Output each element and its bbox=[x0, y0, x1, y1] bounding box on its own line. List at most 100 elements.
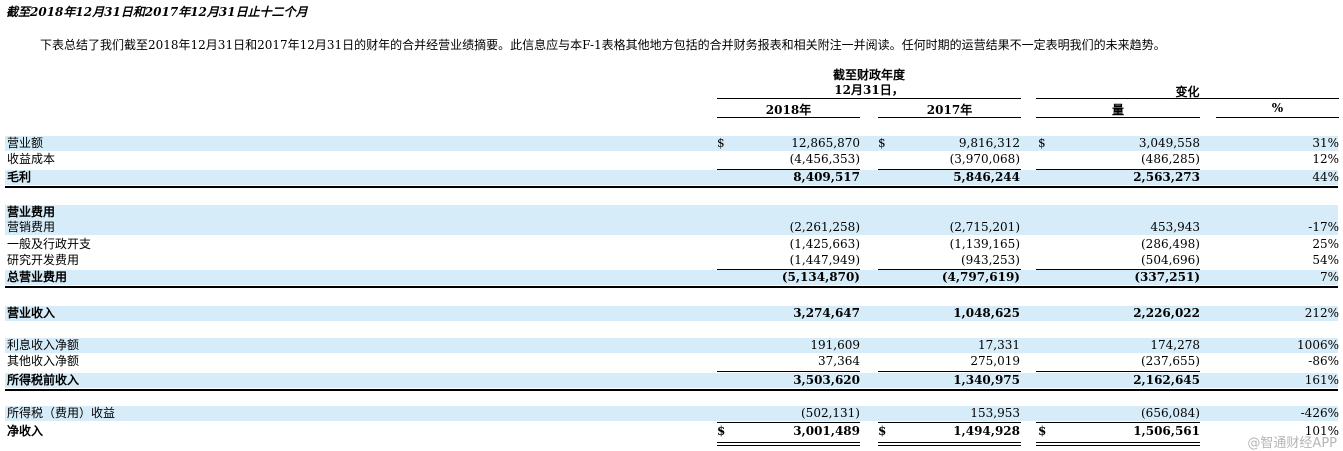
value-2018: 3,274,647 bbox=[793, 306, 860, 320]
header-change-rule bbox=[1036, 98, 1339, 99]
value-pct: -86% bbox=[1308, 354, 1339, 368]
currency-symbol: $ bbox=[717, 136, 725, 150]
value-pct: 25% bbox=[1312, 237, 1339, 251]
currency-symbol: $ bbox=[1038, 424, 1047, 438]
value-2017: 9,816,312 bbox=[958, 136, 1020, 150]
value-change: (237,655) bbox=[1141, 354, 1200, 368]
table-row-tax: 所得税（费用）收益 (502,131) 153,953 (656,084) -4… bbox=[0, 406, 1343, 421]
intro-paragraph: 下表总结了我们截至2018年12月31日和2017年12月31日的财年的合并经营… bbox=[40, 38, 1166, 52]
value-2017: 5,846,244 bbox=[953, 170, 1020, 184]
table-row-admin: 一般及行政开支 (1,425,663) (1,139,165) (286,498… bbox=[0, 237, 1343, 252]
table-row-revenue: 营业额 $ 12,865,870 $ 9,816,312 $ 3,049,558… bbox=[0, 136, 1343, 151]
value-change: (656,084) bbox=[1141, 406, 1200, 420]
currency-symbol: $ bbox=[717, 424, 726, 438]
table-row-opex-header: 营业费用 bbox=[0, 205, 1343, 220]
value-2018: (2,261,258) bbox=[789, 220, 860, 234]
value-change: 2,563,273 bbox=[1133, 170, 1200, 184]
currency-symbol: $ bbox=[878, 424, 887, 438]
value-2017: (4,797,619) bbox=[941, 270, 1020, 284]
value-2018: (4,456,353) bbox=[789, 152, 860, 166]
total-double-rule bbox=[878, 442, 1021, 446]
value-2018: 12,865,870 bbox=[791, 136, 860, 150]
value-pct: 161% bbox=[1304, 373, 1339, 387]
value-2018: 8,409,517 bbox=[793, 170, 860, 184]
value-pct: 1006% bbox=[1297, 338, 1339, 352]
section-rule bbox=[5, 389, 1338, 391]
value-pct: 54% bbox=[1312, 253, 1339, 267]
header-amount: 量 bbox=[1111, 103, 1124, 117]
section-rule bbox=[5, 186, 1338, 188]
currency-symbol: $ bbox=[878, 136, 886, 150]
header-pct: % bbox=[1271, 101, 1284, 115]
watermark: @智通财经APP bbox=[1247, 436, 1337, 451]
value-change: (286,498) bbox=[1141, 237, 1200, 251]
total-double-rule bbox=[717, 442, 860, 446]
table-row-op-income: 营业收入 3,274,647 1,048,625 2,226,022 212% bbox=[0, 306, 1343, 321]
value-2018: (502,131) bbox=[801, 406, 860, 420]
table-row-pretax: 所得税前收入 3,503,620 1,340,975 2,162,645 161… bbox=[0, 373, 1343, 388]
value-2017: 17,331 bbox=[978, 338, 1020, 352]
row-label: 研究开发费用 bbox=[7, 253, 80, 267]
header-2017: 2017年 bbox=[926, 103, 973, 117]
value-change: (486,285) bbox=[1141, 152, 1200, 166]
subtotal-rule bbox=[717, 422, 860, 423]
header-2018-rule bbox=[717, 117, 860, 118]
header-2018: 2018年 bbox=[765, 103, 812, 117]
value-2018: 191,609 bbox=[810, 338, 860, 352]
value-change: 2,162,645 bbox=[1133, 373, 1200, 387]
table-row-cost: 收益成本 (4,456,353) (3,970,068) (486,285) 1… bbox=[0, 152, 1343, 167]
row-label: 营业额 bbox=[7, 136, 44, 150]
page-title: 截至2018年12月31日和2017年12月31日止十二个月 bbox=[6, 5, 308, 19]
table-row-gross: 毛利 8,409,517 5,846,244 2,563,273 44% bbox=[0, 170, 1343, 185]
row-label: 所得税（费用）收益 bbox=[7, 406, 116, 420]
table-row-selling: 营销费用 (2,261,258) (2,715,201) 453,943 -17… bbox=[0, 220, 1343, 235]
header-pct-rule bbox=[1216, 117, 1339, 118]
table-row-rnd: 研究开发费用 (1,447,949) (943,253) (504,696) 5… bbox=[0, 253, 1343, 268]
value-2018: 37,364 bbox=[818, 354, 860, 368]
value-2017: 275,019 bbox=[970, 354, 1020, 368]
value-change: 174,278 bbox=[1150, 338, 1200, 352]
value-2017: 1,340,975 bbox=[953, 373, 1020, 387]
subtotal-rule bbox=[878, 422, 1021, 423]
value-2017: (1,139,165) bbox=[949, 237, 1020, 251]
header-fiscal-rule bbox=[717, 98, 1021, 99]
row-label: 营销费用 bbox=[7, 220, 56, 234]
row-label: 总营业费用 bbox=[7, 270, 68, 284]
row-label: 净收入 bbox=[7, 424, 44, 438]
value-pct: 44% bbox=[1312, 170, 1339, 184]
subtotal-rule bbox=[1036, 371, 1200, 372]
row-label: 利息收入净额 bbox=[7, 338, 80, 352]
header-amount-rule bbox=[1036, 117, 1200, 118]
value-change: 453,943 bbox=[1150, 220, 1200, 234]
row-label: 营业费用 bbox=[7, 205, 56, 219]
row-label: 收益成本 bbox=[7, 152, 56, 166]
value-pct: 212% bbox=[1304, 306, 1339, 320]
value-2018: 3,001,489 bbox=[793, 424, 860, 438]
table-row-other: 其他收入净额 37,364 275,019 (237,655) -86% bbox=[0, 354, 1343, 369]
value-change: (504,696) bbox=[1141, 253, 1200, 267]
value-2017: (2,715,201) bbox=[949, 220, 1020, 234]
table-row-interest: 利息收入净额 191,609 17,331 174,278 1006% bbox=[0, 338, 1343, 353]
header-fiscal-line2: 12月31日， bbox=[834, 83, 904, 97]
value-2018: (1,425,663) bbox=[789, 237, 860, 251]
subtotal-rule bbox=[878, 371, 1021, 372]
subtotal-rule bbox=[717, 371, 860, 372]
total-double-rule bbox=[1036, 442, 1200, 446]
value-pct: 7% bbox=[1319, 270, 1339, 284]
row-label: 一般及行政开支 bbox=[7, 237, 92, 251]
value-change: 2,226,022 bbox=[1133, 306, 1200, 320]
row-label: 所得税前收入 bbox=[7, 373, 80, 387]
value-2017: 153,953 bbox=[970, 406, 1020, 420]
value-pct: -17% bbox=[1308, 220, 1339, 234]
value-pct: 31% bbox=[1312, 136, 1339, 150]
value-2017: (3,970,068) bbox=[949, 152, 1020, 166]
table-row-net: 净收入 $ 3,001,489 $ 1,494,928 $ 1,506,561 … bbox=[0, 424, 1343, 439]
value-2018: (5,134,870) bbox=[781, 270, 860, 284]
header-2017-rule bbox=[878, 117, 1021, 118]
value-pct: 12% bbox=[1312, 152, 1339, 166]
subtotal-rule bbox=[1036, 422, 1200, 423]
value-2017: 1,048,625 bbox=[953, 306, 1020, 320]
value-2017: 1,494,928 bbox=[953, 424, 1020, 438]
row-label: 毛利 bbox=[7, 170, 32, 184]
currency-symbol: $ bbox=[1038, 136, 1046, 150]
